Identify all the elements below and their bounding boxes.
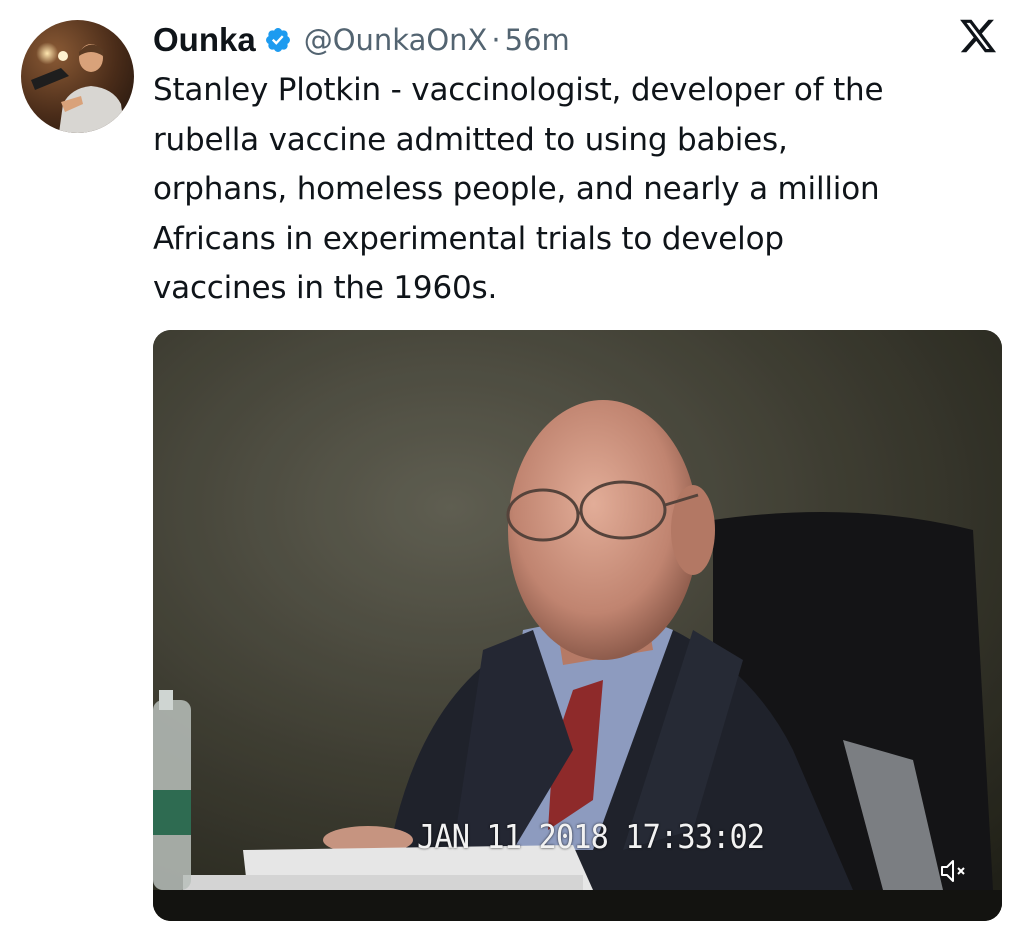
avatar[interactable] bbox=[21, 20, 134, 133]
mute-button[interactable] bbox=[934, 855, 974, 891]
author-name[interactable]: Ounka bbox=[153, 21, 256, 59]
video-player[interactable]: JAN 11 2018 17:33:02 bbox=[153, 330, 1002, 921]
tweet-text-line: rubella vaccine admitted to using babies… bbox=[153, 121, 788, 158]
separator-dot: · bbox=[491, 23, 501, 57]
author-handle[interactable]: @OunkaOnX bbox=[304, 23, 488, 57]
video-overlay-timestamp: JAN 11 2018 17:33:02 bbox=[417, 817, 765, 856]
tweet-text-line: Africans in experimental trials to devel… bbox=[153, 220, 784, 257]
tweet-text: Stanley Plotkin - vaccinologist, develop… bbox=[153, 66, 983, 314]
tweet-text-line: vaccines in the 1960s. bbox=[153, 270, 498, 306]
tweet-header: Ounka @OunkaOnX · 56m bbox=[153, 18, 570, 62]
tweet-text-line: Stanley Plotkin - vaccinologist, develop… bbox=[153, 72, 884, 108]
verified-badge-icon bbox=[264, 26, 292, 54]
x-logo-icon[interactable] bbox=[958, 16, 998, 56]
timestamp[interactable]: 56m bbox=[505, 23, 570, 57]
speaker-muted-icon bbox=[939, 858, 969, 888]
tweet-text-line: orphans, homeless people, and nearly a m… bbox=[153, 171, 880, 207]
